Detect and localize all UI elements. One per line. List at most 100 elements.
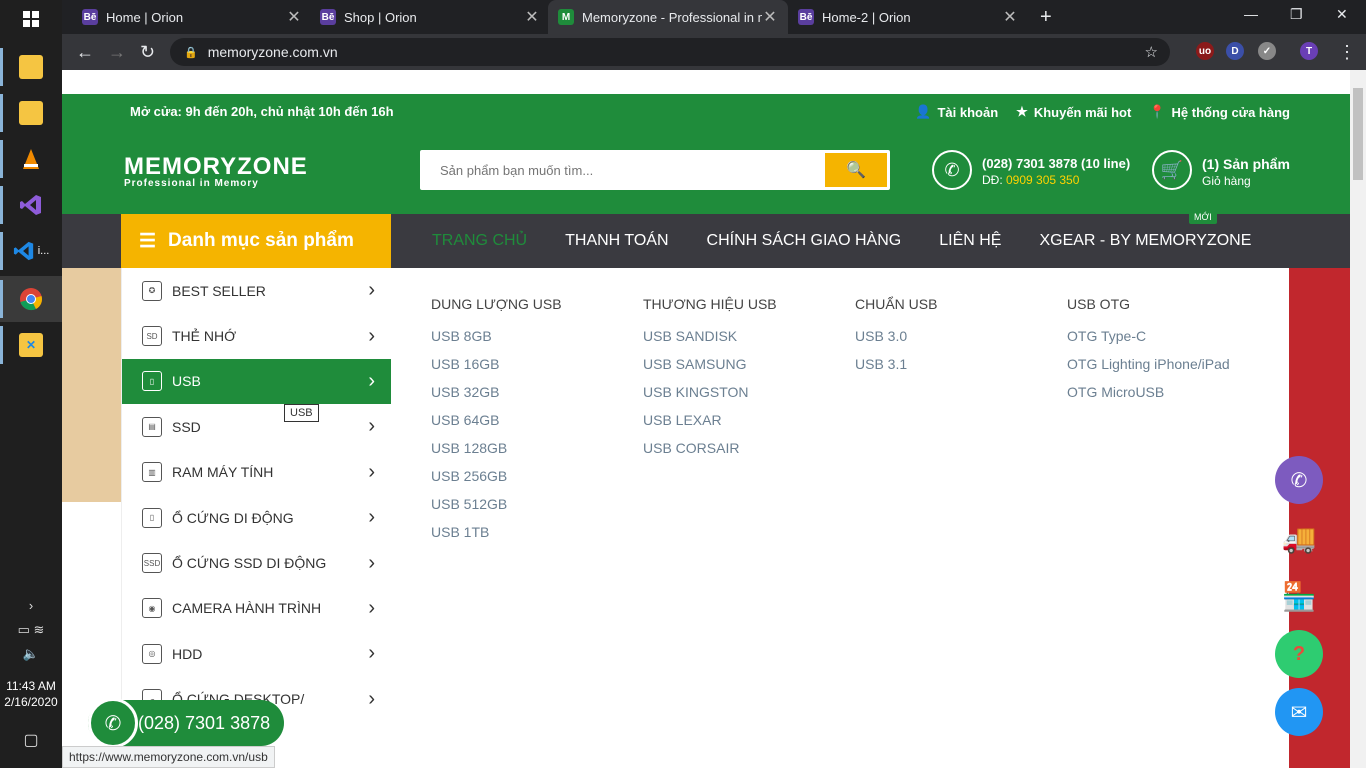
category-menu-button[interactable]: ☰ Danh mục sản phẩm: [121, 214, 391, 268]
taskbar-chrome-icon[interactable]: [0, 276, 62, 322]
back-arrow-icon[interactable]: ←: [76, 42, 94, 63]
window-close-icon[interactable]: ✕: [1336, 6, 1348, 23]
sd-card-icon: SD: [142, 326, 162, 347]
tab-close-icon[interactable]: ✕: [762, 7, 778, 27]
mega-link[interactable]: USB 32GB: [431, 384, 562, 412]
question-pin-icon[interactable]: ?: [1275, 630, 1323, 678]
promo-link[interactable]: ★ Khuyến mãi hot: [1016, 104, 1131, 120]
mega-link[interactable]: OTG MicroUSB: [1067, 384, 1230, 412]
category-ssd[interactable]: ▤ SSD ›: [122, 404, 391, 449]
hdd-icon: ◎: [142, 643, 162, 664]
category-ram[interactable]: ▥ RAM MÁY TÍNH ›: [122, 450, 391, 495]
new-tab-plus-icon[interactable]: +: [1040, 6, 1052, 29]
taskbar-tool-icon[interactable]: ✕: [0, 322, 62, 368]
account-link[interactable]: 👤 Tài khoản: [915, 104, 998, 120]
mega-link[interactable]: USB 8GB: [431, 328, 562, 356]
mega-link[interactable]: USB KINGSTON: [643, 384, 777, 412]
hotline-dd-number[interactable]: 0909 305 350: [1006, 173, 1079, 187]
phone-call-button[interactable]: ✆ (028) 7301 3878: [88, 698, 284, 748]
search-input[interactable]: [420, 150, 820, 190]
taskbar-vscode-label: i...: [37, 245, 50, 257]
windows-start-icon[interactable]: [0, 0, 62, 38]
category-portable-hdd[interactable]: ▯ Ổ CỨNG DI ĐỘNG ›: [122, 495, 391, 540]
tab-close-icon[interactable]: ✕: [1002, 7, 1018, 27]
stores-link[interactable]: 📍 Hệ thống cửa hàng: [1149, 104, 1290, 120]
mega-link[interactable]: USB 1TB: [431, 524, 562, 552]
taskbar-file-explorer-2-icon[interactable]: [0, 90, 62, 136]
taskbar-file-explorer-icon[interactable]: [0, 44, 62, 90]
address-bar[interactable]: 🔒 memoryzone.com.vn ☆: [170, 38, 1170, 66]
notification-icon[interactable]: ▢: [0, 730, 62, 750]
category-portable-ssd[interactable]: SSD Ổ CỨNG SSD DI ĐỘNG ›: [122, 540, 391, 585]
forward-arrow-icon[interactable]: →: [108, 42, 126, 63]
nav-contact[interactable]: LIÊN HỆ: [939, 232, 1001, 250]
tray-volume-icon[interactable]: 🔈: [0, 646, 62, 662]
scrollbar-thumb[interactable]: [1353, 88, 1363, 180]
category-best-seller[interactable]: ✪ BEST SELLER ›: [122, 268, 391, 313]
page-scrollbar[interactable]: [1350, 70, 1366, 768]
taskbar-vscode-icon[interactable]: i...: [0, 228, 62, 274]
profile-avatar[interactable]: T: [1300, 42, 1318, 60]
cart-icon[interactable]: 🛒: [1152, 150, 1192, 190]
cart-block[interactable]: (1) Sản phẩm Giỏ hàng: [1202, 156, 1290, 189]
d-extension-icon[interactable]: D: [1226, 42, 1244, 60]
mega-link[interactable]: USB 3.0: [855, 328, 937, 356]
tab-home-2-orion[interactable]: Bē Home-2 | Orion ✕: [788, 0, 1028, 34]
taskbar-vlc-icon[interactable]: [0, 136, 62, 182]
category-memory-card[interactable]: SD THẺ NHỚ ›: [122, 313, 391, 358]
messenger-icon[interactable]: ✉: [1275, 688, 1323, 736]
mega-link[interactable]: OTG Type-C: [1067, 328, 1230, 356]
browser-menu-icon[interactable]: ⋮: [1338, 42, 1356, 63]
mega-link[interactable]: USB 16GB: [431, 356, 562, 384]
store-icon[interactable]: 🏪: [1275, 572, 1323, 620]
taskbar-visual-studio-icon[interactable]: [0, 182, 62, 228]
tray-battery-network-icon[interactable]: ▭ ≋: [0, 622, 62, 638]
category-label: THẺ NHỚ: [172, 328, 237, 345]
browser-chrome: Bē Home | Orion ✕ Bē Shop | Orion ✕ M Me…: [62, 0, 1366, 70]
mega-link[interactable]: USB 64GB: [431, 412, 562, 440]
minimize-icon[interactable]: —: [1244, 6, 1258, 22]
opening-hours: Mở cửa: 9h đến 20h, chủ nhật 10h đến 16h: [130, 104, 394, 119]
taskbar-clock[interactable]: 11:43 AM 2/16/2020: [0, 678, 62, 710]
mega-link[interactable]: USB SANDISK: [643, 328, 777, 356]
search-button[interactable]: 🔍: [825, 153, 887, 187]
restore-icon[interactable]: ❐: [1290, 6, 1303, 23]
tab-shop-orion[interactable]: Bē Shop | Orion ✕: [310, 0, 550, 34]
mega-link[interactable]: USB 256GB: [431, 468, 562, 496]
reload-icon[interactable]: ↻: [140, 42, 155, 63]
check-extension-icon[interactable]: ✓: [1258, 42, 1276, 60]
portable-ssd-icon: SSD: [142, 553, 162, 574]
tab-close-icon[interactable]: ✕: [524, 7, 540, 27]
mega-link[interactable]: USB 512GB: [431, 496, 562, 524]
mega-link[interactable]: USB SAMSUNG: [643, 356, 777, 384]
mega-link[interactable]: USB 128GB: [431, 440, 562, 468]
nav-home[interactable]: TRANG CHỦ: [432, 232, 527, 250]
nav-payment[interactable]: THANH TOÁN: [565, 232, 668, 250]
star-icon: ★: [1016, 104, 1028, 119]
tray-chevron-icon[interactable]: ›: [0, 598, 62, 613]
mega-column-otg: USB OTG OTG Type-C OTG Lighting iPhone/i…: [1067, 296, 1230, 412]
tab-close-icon[interactable]: ✕: [286, 7, 302, 27]
nav-shipping-policy[interactable]: CHÍNH SÁCH GIAO HÀNG: [707, 232, 902, 250]
viber-icon[interactable]: ✆: [1275, 456, 1323, 504]
memoryzone-logo[interactable]: MEMORYZONE Professional in Memory: [124, 155, 308, 190]
mega-link[interactable]: USB CORSAIR: [643, 440, 777, 468]
category-label: RAM MÁY TÍNH: [172, 464, 274, 481]
mega-link[interactable]: OTG Lighting iPhone/iPad: [1067, 356, 1230, 384]
category-usb[interactable]: ▯ USB ›: [122, 358, 401, 405]
tab-memoryzone[interactable]: M Memoryzone - Professional in me ✕: [548, 0, 788, 34]
behance-favicon-icon: Bē: [798, 9, 814, 25]
new-badge: MỚI: [1189, 210, 1217, 224]
bookmark-star-icon[interactable]: ☆: [1145, 43, 1158, 61]
category-hdd[interactable]: ◎ HDD ›: [122, 631, 391, 676]
mega-link[interactable]: USB LEXAR: [643, 412, 777, 440]
nav-xgear[interactable]: XGEAR - BY MEMORYZONE: [1039, 232, 1251, 250]
hero-banner-left[interactable]: [62, 268, 122, 502]
ublock-extension-icon[interactable]: uo: [1196, 42, 1214, 60]
category-dashcam[interactable]: ◉ CAMERA HÀNH TRÌNH ›: [122, 586, 391, 631]
delivery-truck-icon[interactable]: 🚚: [1275, 514, 1323, 562]
tab-home-orion[interactable]: Bē Home | Orion ✕: [72, 0, 312, 34]
mega-link[interactable]: USB 3.1: [855, 356, 937, 384]
category-label: CAMERA HÀNH TRÌNH: [172, 600, 322, 617]
hotline-number[interactable]: (028) 7301 3878 (10 line): [982, 156, 1130, 172]
